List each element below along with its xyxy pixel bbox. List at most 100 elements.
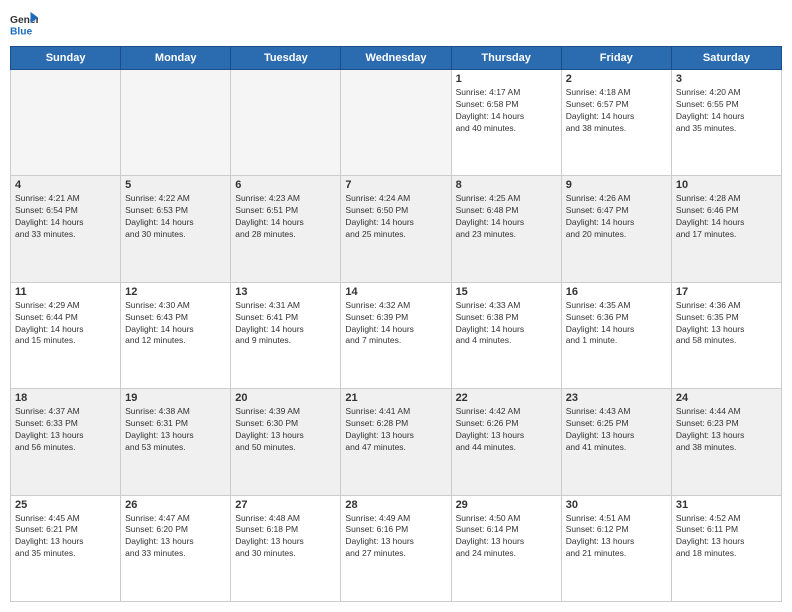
calendar-cell: 22 Sunrise: 4:42 AM Sunset: 6:26 PM Dayli… <box>451 389 561 495</box>
calendar-cell: 24 Sunrise: 4:44 AM Sunset: 6:23 PM Dayli… <box>671 389 781 495</box>
day-number: 30 <box>566 499 667 511</box>
day-number: 13 <box>235 286 336 298</box>
calendar-cell: 1 Sunrise: 4:17 AM Sunset: 6:58 PM Daylig… <box>451 70 561 176</box>
day-number: 8 <box>456 179 557 191</box>
day-number: 31 <box>676 499 777 511</box>
week-row-1: 1 Sunrise: 4:17 AM Sunset: 6:58 PM Daylig… <box>11 70 782 176</box>
calendar-cell: 2 Sunrise: 4:18 AM Sunset: 6:57 PM Daylig… <box>561 70 671 176</box>
calendar-cell: 17 Sunrise: 4:36 AM Sunset: 6:35 PM Dayli… <box>671 282 781 388</box>
calendar-cell: 25 Sunrise: 4:45 AM Sunset: 6:21 PM Dayli… <box>11 495 121 601</box>
day-info: Sunrise: 4:49 AM Sunset: 6:16 PM Dayligh… <box>345 513 446 561</box>
day-info: Sunrise: 4:47 AM Sunset: 6:20 PM Dayligh… <box>125 513 226 561</box>
calendar-cell <box>121 70 231 176</box>
calendar-cell: 30 Sunrise: 4:51 AM Sunset: 6:12 PM Dayli… <box>561 495 671 601</box>
calendar-cell: 7 Sunrise: 4:24 AM Sunset: 6:50 PM Daylig… <box>341 176 451 282</box>
day-info: Sunrise: 4:41 AM Sunset: 6:28 PM Dayligh… <box>345 406 446 454</box>
day-header-saturday: Saturday <box>671 47 781 70</box>
calendar-cell: 20Sunrise: 4:39 AM Sunset: 6:30 PM Dayli… <box>231 389 341 495</box>
day-info: Sunrise: 4:24 AM Sunset: 6:50 PM Dayligh… <box>345 193 446 241</box>
logo-icon: General Blue <box>10 10 38 38</box>
day-info: Sunrise: 4:44 AM Sunset: 6:23 PM Dayligh… <box>676 406 777 454</box>
day-info: Sunrise: 4:22 AM Sunset: 6:53 PM Dayligh… <box>125 193 226 241</box>
day-info: Sunrise: 4:35 AM Sunset: 6:36 PM Dayligh… <box>566 300 667 348</box>
header: General Blue <box>10 10 782 38</box>
day-number: 19 <box>125 392 226 404</box>
day-info: Sunrise: 4:17 AM Sunset: 6:58 PM Dayligh… <box>456 87 557 135</box>
day-number: 29 <box>456 499 557 511</box>
calendar-cell: 27 Sunrise: 4:48 AM Sunset: 6:18 PM Dayli… <box>231 495 341 601</box>
day-info: Sunrise: 4:45 AM Sunset: 6:21 PM Dayligh… <box>15 513 116 561</box>
day-info: Sunrise: 4:51 AM Sunset: 6:12 PM Dayligh… <box>566 513 667 561</box>
day-info: Sunrise: 4:29 AM Sunset: 6:44 PM Dayligh… <box>15 300 116 348</box>
day-number: 5 <box>125 179 226 191</box>
logo: General Blue <box>10 10 44 38</box>
day-header-sunday: Sunday <box>11 47 121 70</box>
week-row-5: 25 Sunrise: 4:45 AM Sunset: 6:21 PM Dayli… <box>11 495 782 601</box>
day-number: 10 <box>676 179 777 191</box>
calendar-cell <box>341 70 451 176</box>
day-header-wednesday: Wednesday <box>341 47 451 70</box>
calendar-table: SundayMondayTuesdayWednesdayThursdayFrid… <box>10 46 782 602</box>
day-number: 4 <box>15 179 116 191</box>
day-number: 14 <box>345 286 446 298</box>
day-number: 7 <box>345 179 446 191</box>
day-number: 2 <box>566 73 667 85</box>
day-info: Sunrise: 4:23 AM Sunset: 6:51 PM Dayligh… <box>235 193 336 241</box>
day-header-thursday: Thursday <box>451 47 561 70</box>
day-number: 24 <box>676 392 777 404</box>
day-number: 15 <box>456 286 557 298</box>
day-info: Sunrise: 4:50 AM Sunset: 6:14 PM Dayligh… <box>456 513 557 561</box>
calendar-cell: 13 Sunrise: 4:31 AM Sunset: 6:41 PM Dayli… <box>231 282 341 388</box>
day-info: Sunrise: 4:37 AM Sunset: 6:33 PM Dayligh… <box>15 406 116 454</box>
day-number: 28 <box>345 499 446 511</box>
day-info: Sunrise: 4:20 AM Sunset: 6:55 PM Dayligh… <box>676 87 777 135</box>
day-number: 25 <box>15 499 116 511</box>
calendar-cell: 21 Sunrise: 4:41 AM Sunset: 6:28 PM Dayli… <box>341 389 451 495</box>
day-info: Sunrise: 4:31 AM Sunset: 6:41 PM Dayligh… <box>235 300 336 348</box>
day-number: 17 <box>676 286 777 298</box>
day-info: Sunrise: 4:18 AM Sunset: 6:57 PM Dayligh… <box>566 87 667 135</box>
calendar-cell: 12Sunrise: 4:30 AM Sunset: 6:43 PM Dayli… <box>121 282 231 388</box>
day-number: 9 <box>566 179 667 191</box>
calendar-cell: 4Sunrise: 4:21 AM Sunset: 6:54 PM Daylig… <box>11 176 121 282</box>
calendar-cell: 6 Sunrise: 4:23 AM Sunset: 6:51 PM Daylig… <box>231 176 341 282</box>
calendar-cell: 29 Sunrise: 4:50 AM Sunset: 6:14 PM Dayli… <box>451 495 561 601</box>
day-header-friday: Friday <box>561 47 671 70</box>
day-info: Sunrise: 4:32 AM Sunset: 6:39 PM Dayligh… <box>345 300 446 348</box>
week-row-3: 11 Sunrise: 4:29 AM Sunset: 6:44 PM Dayli… <box>11 282 782 388</box>
day-number: 20 <box>235 392 336 404</box>
day-number: 6 <box>235 179 336 191</box>
calendar-cell: 15Sunrise: 4:33 AM Sunset: 6:38 PM Dayli… <box>451 282 561 388</box>
calendar-cell: 9 Sunrise: 4:26 AM Sunset: 6:47 PM Daylig… <box>561 176 671 282</box>
day-header-monday: Monday <box>121 47 231 70</box>
calendar-header-row: SundayMondayTuesdayWednesdayThursdayFrid… <box>11 47 782 70</box>
calendar-cell: 18 Sunrise: 4:37 AM Sunset: 6:33 PM Dayli… <box>11 389 121 495</box>
day-number: 21 <box>345 392 446 404</box>
day-info: Sunrise: 4:43 AM Sunset: 6:25 PM Dayligh… <box>566 406 667 454</box>
day-number: 18 <box>15 392 116 404</box>
calendar-cell <box>231 70 341 176</box>
calendar-cell: 23Sunrise: 4:43 AM Sunset: 6:25 PM Dayli… <box>561 389 671 495</box>
calendar-cell: 19 Sunrise: 4:38 AM Sunset: 6:31 PM Dayli… <box>121 389 231 495</box>
calendar-cell: 5 Sunrise: 4:22 AM Sunset: 6:53 PM Daylig… <box>121 176 231 282</box>
day-number: 1 <box>456 73 557 85</box>
calendar-cell: 14 Sunrise: 4:32 AM Sunset: 6:39 PM Dayli… <box>341 282 451 388</box>
calendar-cell <box>11 70 121 176</box>
calendar-cell: 11 Sunrise: 4:29 AM Sunset: 6:44 PM Dayli… <box>11 282 121 388</box>
day-info: Sunrise: 4:42 AM Sunset: 6:26 PM Dayligh… <box>456 406 557 454</box>
day-info: Sunrise: 4:38 AM Sunset: 6:31 PM Dayligh… <box>125 406 226 454</box>
day-info: Sunrise: 4:26 AM Sunset: 6:47 PM Dayligh… <box>566 193 667 241</box>
day-info: Sunrise: 4:48 AM Sunset: 6:18 PM Dayligh… <box>235 513 336 561</box>
day-number: 3 <box>676 73 777 85</box>
week-row-2: 4Sunrise: 4:21 AM Sunset: 6:54 PM Daylig… <box>11 176 782 282</box>
week-row-4: 18 Sunrise: 4:37 AM Sunset: 6:33 PM Dayli… <box>11 389 782 495</box>
day-info: Sunrise: 4:36 AM Sunset: 6:35 PM Dayligh… <box>676 300 777 348</box>
calendar-cell: 28 Sunrise: 4:49 AM Sunset: 6:16 PM Dayli… <box>341 495 451 601</box>
day-number: 11 <box>15 286 116 298</box>
svg-text:Blue: Blue <box>10 26 33 37</box>
day-number: 22 <box>456 392 557 404</box>
day-info: Sunrise: 4:52 AM Sunset: 6:11 PM Dayligh… <box>676 513 777 561</box>
calendar-cell: 3 Sunrise: 4:20 AM Sunset: 6:55 PM Daylig… <box>671 70 781 176</box>
calendar-cell: 31 Sunrise: 4:52 AM Sunset: 6:11 PM Dayli… <box>671 495 781 601</box>
day-number: 27 <box>235 499 336 511</box>
